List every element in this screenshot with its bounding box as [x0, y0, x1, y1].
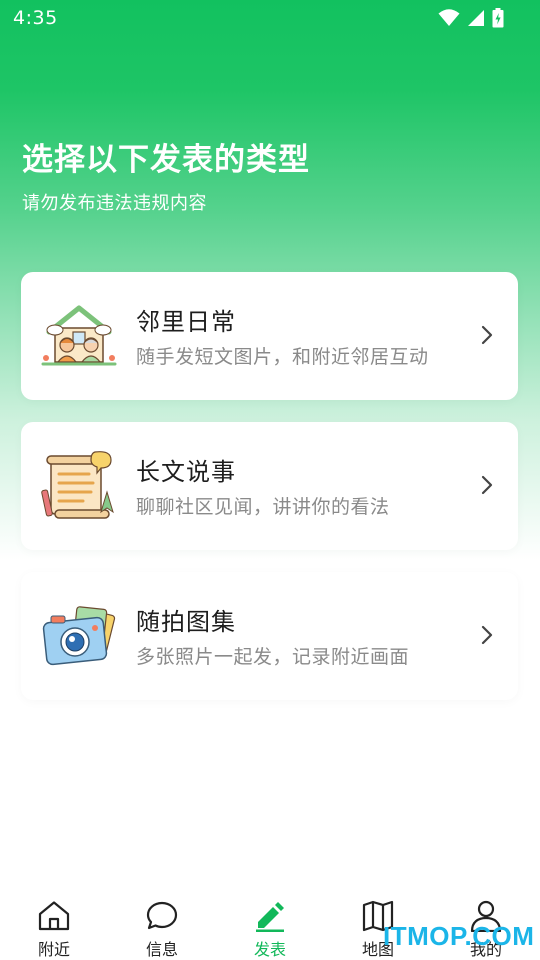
tab-nearby[interactable]: 附近 [14, 890, 94, 960]
battery-icon [492, 8, 504, 28]
tab-label: 信息 [145, 940, 178, 959]
status-time: 4:35 [13, 7, 58, 29]
chevron-right-icon [481, 325, 493, 345]
card-description: 随手发短文图片，和附近邻居互动 [136, 346, 429, 368]
tab-publish[interactable]: 发表 [230, 890, 310, 960]
house-neighbors-icon [41, 305, 117, 366]
watermark: ITMOP.COM [383, 921, 535, 951]
home-icon [38, 901, 70, 931]
chevron-right-icon [481, 475, 493, 495]
post-type-card-long-article[interactable]: 长文说事 聊聊社区见闻，讲讲你的看法 [21, 422, 518, 550]
cellular-signal-icon [468, 10, 484, 26]
post-type-card-neighborhood[interactable]: 邻里日常 随手发短文图片，和附近邻居互动 [21, 272, 518, 400]
card-title: 长文说事 [136, 458, 236, 486]
page-title: 选择以下发表的类型 [22, 142, 310, 178]
pencil-icon [256, 902, 284, 932]
post-type-card-photo-album[interactable]: 随拍图集 多张照片一起发，记录附近画面 [21, 572, 518, 700]
camera-photos-icon [42, 606, 116, 666]
chat-bubble-icon [146, 901, 178, 930]
tab-label: 附近 [37, 940, 70, 959]
status-bar: 4:35 [0, 0, 540, 36]
page-subtitle: 请勿发布违法违规内容 [22, 193, 207, 214]
scroll-document-icon [41, 451, 114, 519]
tab-label: 发表 [253, 940, 286, 959]
status-icons [438, 8, 504, 28]
chevron-right-icon [481, 625, 493, 645]
card-title: 邻里日常 [136, 308, 236, 336]
card-description: 多张照片一起发，记录附近画面 [136, 646, 410, 668]
card-description: 聊聊社区见闻，讲讲你的看法 [136, 496, 390, 518]
wifi-icon [438, 9, 460, 26]
tab-messages[interactable]: 信息 [122, 890, 202, 960]
card-title: 随拍图集 [136, 608, 236, 636]
